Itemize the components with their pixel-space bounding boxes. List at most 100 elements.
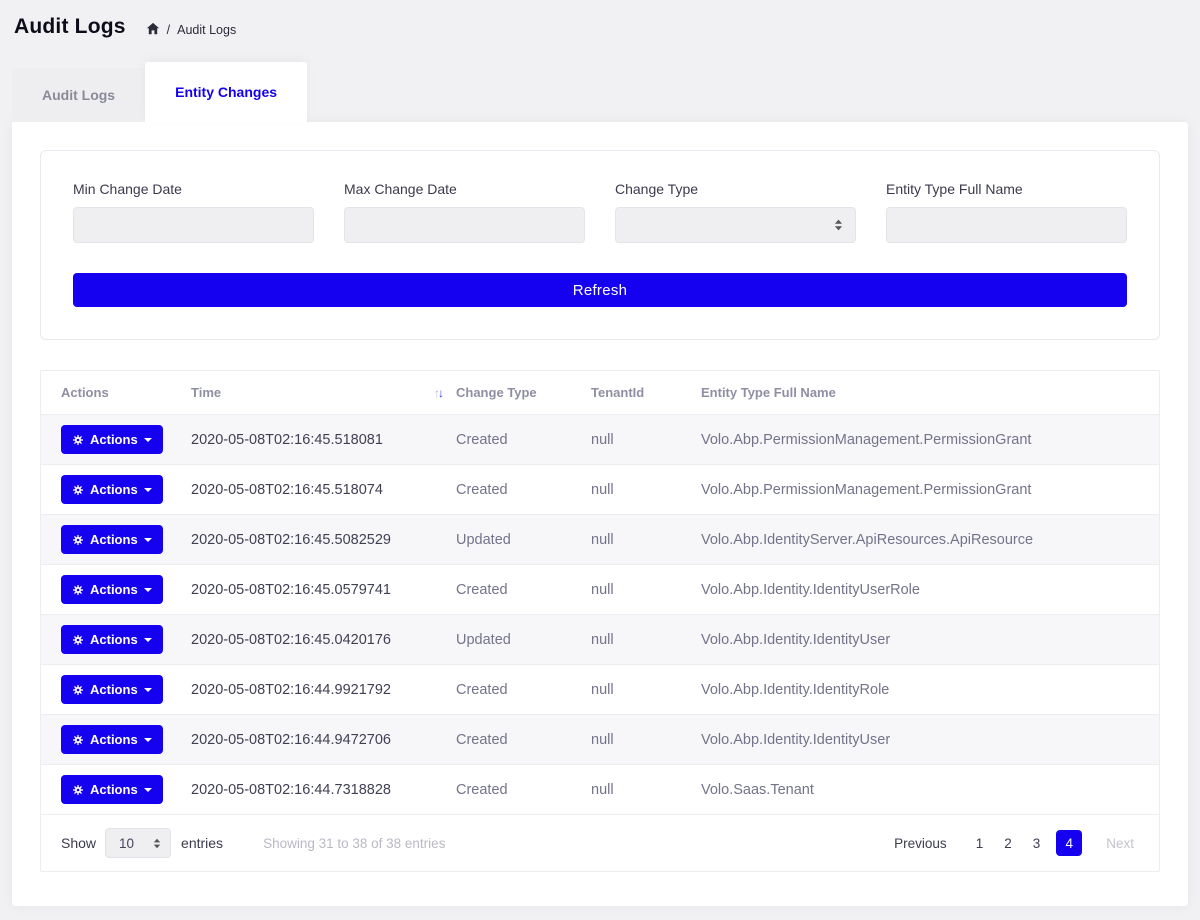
- header-time[interactable]: Time ↑↓: [191, 385, 456, 400]
- max-change-date-label: Max Change Date: [344, 181, 585, 197]
- filter-entity-type: Entity Type Full Name: [886, 181, 1127, 243]
- tab-bar: Audit Logs Entity Changes: [12, 62, 1188, 122]
- pagination-page-3[interactable]: 3: [1028, 836, 1046, 851]
- entity-changes-panel: Min Change Date Max Change Date Change T…: [12, 122, 1188, 906]
- row-actions-button[interactable]: Actions: [61, 725, 163, 754]
- cell-time: 2020-05-08T02:16:44.7318828: [191, 782, 456, 798]
- header-entity-type: Entity Type Full Name: [701, 385, 1159, 400]
- tab-entity-changes[interactable]: Entity Changes: [145, 62, 307, 122]
- cell-tenant-id: null: [591, 482, 701, 498]
- pagination-page-4[interactable]: 4: [1056, 830, 1082, 856]
- filter-change-type: Change Type: [615, 181, 856, 243]
- row-actions-label: Actions: [90, 582, 138, 597]
- tab-audit-logs[interactable]: Audit Logs: [12, 68, 145, 122]
- cell-change-type: Created: [456, 432, 591, 448]
- row-actions-label: Actions: [90, 482, 138, 497]
- breadcrumb-separator: /: [167, 23, 170, 37]
- cell-tenant-id: null: [591, 682, 701, 698]
- cell-time: 2020-05-08T02:16:45.5082529: [191, 532, 456, 548]
- row-actions-button[interactable]: Actions: [61, 525, 163, 554]
- caret-down-icon: [144, 438, 152, 442]
- cell-tenant-id: null: [591, 582, 701, 598]
- pagination-page-2[interactable]: 2: [999, 836, 1017, 851]
- row-actions-label: Actions: [90, 532, 138, 547]
- change-type-select[interactable]: [615, 207, 856, 243]
- table-row: Actions 2020-05-08T02:16:45.0420176 Upda…: [41, 615, 1159, 665]
- caret-down-icon: [144, 688, 152, 692]
- page-size-select[interactable]: 10: [105, 828, 171, 858]
- header-actions: Actions: [41, 385, 191, 400]
- caret-down-icon: [144, 788, 152, 792]
- cell-tenant-id: null: [591, 532, 701, 548]
- table-body: Actions 2020-05-08T02:16:45.518081 Creat…: [41, 415, 1159, 815]
- table-row: Actions 2020-05-08T02:16:45.518081 Creat…: [41, 415, 1159, 465]
- breadcrumb-current: Audit Logs: [177, 23, 236, 37]
- pagination: Previous 1 2 3 4 Next: [889, 830, 1139, 856]
- cell-change-type: Updated: [456, 632, 591, 648]
- cell-entity-type: Volo.Saas.Tenant: [701, 782, 1159, 798]
- cell-entity-type: Volo.Abp.PermissionManagement.Permission…: [701, 432, 1159, 448]
- filter-max-change-date: Max Change Date: [344, 181, 585, 243]
- pagination-next[interactable]: Next: [1101, 836, 1139, 851]
- cell-time: 2020-05-08T02:16:44.9921792: [191, 682, 456, 698]
- row-actions-button[interactable]: Actions: [61, 775, 163, 804]
- cell-entity-type: Volo.Abp.Identity.IdentityUser: [701, 732, 1159, 748]
- entity-changes-table: Actions Time ↑↓ Change Type TenantId Ent…: [40, 370, 1160, 872]
- page-title: Audit Logs: [14, 15, 126, 39]
- row-actions-label: Actions: [90, 432, 138, 447]
- table-row: Actions 2020-05-08T02:16:45.0579741 Crea…: [41, 565, 1159, 615]
- row-actions-label: Actions: [90, 732, 138, 747]
- row-actions-button[interactable]: Actions: [61, 575, 163, 604]
- cell-entity-type: Volo.Abp.Identity.IdentityRole: [701, 682, 1159, 698]
- table-footer: Show 10 entries Showing 31 to 38 of 38 e…: [41, 815, 1159, 871]
- entity-type-label: Entity Type Full Name: [886, 181, 1127, 197]
- filter-card: Min Change Date Max Change Date Change T…: [40, 150, 1160, 340]
- table-row: Actions 2020-05-08T02:16:44.9472706 Crea…: [41, 715, 1159, 765]
- row-actions-button[interactable]: Actions: [61, 475, 163, 504]
- cell-time: 2020-05-08T02:16:45.0579741: [191, 582, 456, 598]
- entries-label: entries: [181, 835, 223, 851]
- header-tenant-id: TenantId: [591, 385, 701, 400]
- breadcrumb: / Audit Logs: [146, 23, 237, 37]
- cell-time: 2020-05-08T02:16:45.518074: [191, 482, 456, 498]
- cell-change-type: Created: [456, 582, 591, 598]
- cell-change-type: Created: [456, 482, 591, 498]
- caret-down-icon: [144, 638, 152, 642]
- header-time-label: Time: [191, 385, 221, 400]
- select-updown-icon: [153, 838, 161, 849]
- caret-down-icon: [144, 538, 152, 542]
- cell-tenant-id: null: [591, 632, 701, 648]
- cell-change-type: Created: [456, 782, 591, 798]
- row-actions-button[interactable]: Actions: [61, 625, 163, 654]
- row-actions-label: Actions: [90, 682, 138, 697]
- cell-entity-type: Volo.Abp.IdentityServer.ApiResources.Api…: [701, 532, 1159, 548]
- cell-tenant-id: null: [591, 782, 701, 798]
- cell-change-type: Updated: [456, 532, 591, 548]
- row-actions-button[interactable]: Actions: [61, 425, 163, 454]
- cell-entity-type: Volo.Abp.Identity.IdentityUserRole: [701, 582, 1159, 598]
- entity-type-input[interactable]: [886, 207, 1127, 243]
- refresh-button[interactable]: Refresh: [73, 273, 1127, 307]
- pagination-previous[interactable]: Previous: [889, 836, 952, 851]
- cell-time: 2020-05-08T02:16:45.0420176: [191, 632, 456, 648]
- cell-entity-type: Volo.Abp.PermissionManagement.Permission…: [701, 482, 1159, 498]
- min-change-date-label: Min Change Date: [73, 181, 314, 197]
- sort-icon[interactable]: ↑↓: [434, 386, 442, 400]
- cell-tenant-id: null: [591, 432, 701, 448]
- max-change-date-input[interactable]: [344, 207, 585, 243]
- min-change-date-input[interactable]: [73, 207, 314, 243]
- cell-change-type: Created: [456, 732, 591, 748]
- caret-down-icon: [144, 488, 152, 492]
- table-row: Actions 2020-05-08T02:16:45.518074 Creat…: [41, 465, 1159, 515]
- caret-down-icon: [144, 588, 152, 592]
- table-row: Actions 2020-05-08T02:16:44.7318828 Crea…: [41, 765, 1159, 815]
- pagination-page-1[interactable]: 1: [971, 836, 989, 851]
- row-actions-button[interactable]: Actions: [61, 675, 163, 704]
- select-updown-icon: [834, 219, 843, 231]
- home-icon[interactable]: [146, 22, 160, 36]
- cell-tenant-id: null: [591, 732, 701, 748]
- row-actions-label: Actions: [90, 782, 138, 797]
- show-label: Show: [61, 835, 96, 851]
- change-type-label: Change Type: [615, 181, 856, 197]
- page-size-value: 10: [119, 836, 134, 851]
